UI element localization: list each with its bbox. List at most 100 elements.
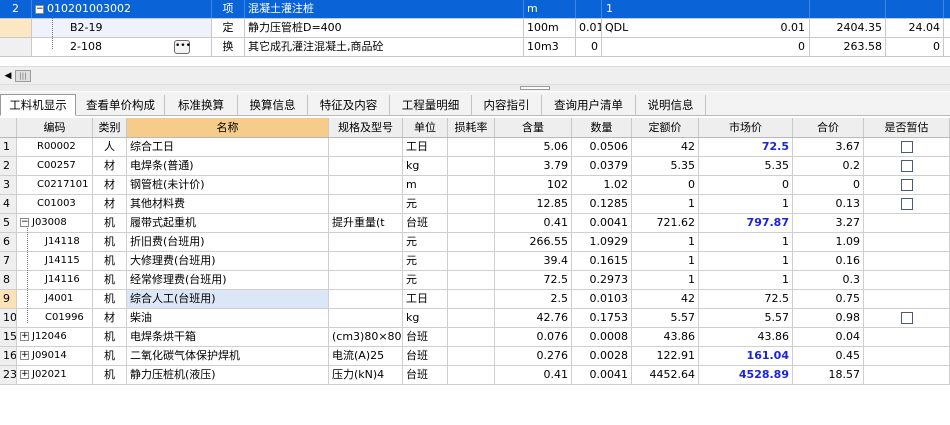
tab-query-user-list[interactable]: 查询用户清单	[542, 95, 636, 115]
spec-cell[interactable]	[329, 195, 403, 213]
estimate-cell[interactable]	[864, 176, 950, 194]
tab-conversion-info[interactable]: 换算信息	[238, 95, 308, 115]
tab-quantity-detail[interactable]: 工程量明细	[390, 95, 472, 115]
unit-cell[interactable]: 台班	[403, 214, 448, 232]
table-row[interactable]: 5− J03008 机履带式起重机 提升重量(t 台班 0.41 0.0041 721.62 7…	[0, 214, 950, 233]
header-amount[interactable]: 数量	[572, 118, 632, 137]
spec-cell[interactable]	[329, 252, 403, 270]
amount-cell[interactable]: 1.0929	[572, 233, 632, 251]
header-unit[interactable]: 单位	[403, 118, 448, 137]
market-price-cell[interactable]: 161.04	[699, 347, 793, 365]
header-content[interactable]: 含量	[495, 118, 572, 137]
spec-cell[interactable]	[329, 138, 403, 156]
table-row[interactable]: 2 C00257 材电焊条(普通) kg 3.79 0.0379 5.35 5.35 0.2	[0, 157, 950, 176]
name-cell[interactable]: 电焊条烘干箱	[127, 328, 329, 346]
estimate-checkbox[interactable]	[900, 312, 913, 324]
top-row[interactable]: 2 −010201003002 项 混凝土灌注桩 m 1	[0, 0, 950, 19]
name-cell[interactable]: 其它成孔灌注混凝土,商品砼	[245, 38, 524, 56]
unit-cell[interactable]: 台班	[403, 347, 448, 365]
amount-cell[interactable]: 0.0379	[572, 157, 632, 175]
category-cell[interactable]: 机	[93, 366, 127, 384]
estimate-checkbox[interactable]	[900, 141, 913, 153]
market-price-cell[interactable]: 1	[699, 271, 793, 289]
unit-cell[interactable]: 台班	[403, 328, 448, 346]
code-cell[interactable]: + J12046	[17, 328, 93, 346]
estimate-cell[interactable]	[864, 347, 950, 365]
horizontal-scrollbar[interactable]: ◀ |||	[0, 66, 950, 85]
amount-cell[interactable]: 0.0103	[572, 290, 632, 308]
qdl-cell[interactable]: 1	[602, 0, 810, 18]
category-cell[interactable]: 材	[93, 309, 127, 327]
total-cell[interactable]: 0.75	[793, 290, 864, 308]
loss-rate-cell[interactable]	[448, 138, 495, 156]
code-cell[interactable]: − J03008	[17, 214, 93, 232]
content-cell[interactable]: 0.276	[495, 347, 572, 365]
quota-price-cell[interactable]: 43.86	[632, 328, 699, 346]
header-spec[interactable]: 规格及型号	[329, 118, 403, 137]
content-cell[interactable]: 2.5	[495, 290, 572, 308]
estimate-cell[interactable]	[864, 271, 950, 289]
splitter-grip-icon[interactable]	[520, 86, 550, 90]
total-cell[interactable]: 0.45	[793, 347, 864, 365]
qdl-cell[interactable]: QDL 0.01	[602, 19, 810, 37]
total-cell[interactable]: 3.27	[793, 214, 864, 232]
qty-cell[interactable]	[576, 0, 602, 18]
header-estimate[interactable]: 是否暂估	[864, 118, 950, 137]
spec-cell[interactable]	[329, 157, 403, 175]
type-cell[interactable]: 换	[212, 38, 245, 56]
amount-cell[interactable]: 0.0041	[572, 214, 632, 232]
code-cell[interactable]: J14115	[17, 252, 93, 270]
code-cell[interactable]: + J02021	[17, 366, 93, 384]
market-price-cell[interactable]: 72.5	[699, 138, 793, 156]
table-row[interactable]: 1 R00002 人综合工日 工日 5.06 0.0506 42 72.5 3.67	[0, 138, 950, 157]
estimate-cell[interactable]	[864, 157, 950, 175]
category-cell[interactable]: 机	[93, 214, 127, 232]
table-row[interactable]: 8 J14116 机经常修理费(台班用) 元 72.5 0.2973 1 1 0.3	[0, 271, 950, 290]
tab-standard-conversion[interactable]: 标准换算	[165, 95, 238, 115]
spec-cell[interactable]	[329, 271, 403, 289]
amount-cell[interactable]: 0.0506	[572, 138, 632, 156]
name-cell[interactable]: 静力压管桩D=400	[245, 19, 524, 37]
quota-price-cell[interactable]: 1	[632, 271, 699, 289]
content-cell[interactable]: 72.5	[495, 271, 572, 289]
amount-cell[interactable]: 0.1615	[572, 252, 632, 270]
content-cell[interactable]: 42.76	[495, 309, 572, 327]
category-cell[interactable]: 材	[93, 176, 127, 194]
table-row[interactable]: 10 C01996 材柴油 kg 42.76 0.1753 5.57 5.57 0.98	[0, 309, 950, 328]
header-name[interactable]: 名称	[127, 118, 329, 137]
code-cell[interactable]: + J09014	[17, 347, 93, 365]
amount-cell[interactable]: 0.0008	[572, 328, 632, 346]
market-price-cell[interactable]: 0	[699, 176, 793, 194]
loss-rate-cell[interactable]	[448, 233, 495, 251]
quota-price-cell[interactable]: 5.35	[632, 157, 699, 175]
spec-cell[interactable]: 电流(A)25	[329, 347, 403, 365]
total-cell[interactable]: 18.57	[793, 366, 864, 384]
top-row[interactable]: B2-19 ••• 定 静力压管桩D=400 100m 0.01 QDL 0.0…	[0, 19, 950, 54]
name-cell[interactable]: 混凝土灌注桩	[245, 0, 524, 18]
total-cell[interactable]: 0.2	[793, 157, 864, 175]
market-price-cell[interactable]: 797.87	[699, 214, 793, 232]
quota-price-cell[interactable]: 1	[632, 195, 699, 213]
market-price-cell[interactable]: 5.57	[699, 309, 793, 327]
top-row[interactable]: 2-108 换 其它成孔灌注混凝土,商品砼 10m3 0 0 263.58 0	[0, 38, 950, 57]
quota-price-cell[interactable]: 122.91	[632, 347, 699, 365]
name-cell[interactable]: 二氧化碳气体保护焊机	[127, 347, 329, 365]
amount-cell[interactable]: 0.1285	[572, 195, 632, 213]
category-cell[interactable]: 机	[93, 252, 127, 270]
quota-price-cell[interactable]: 4452.64	[632, 366, 699, 384]
qty-cell[interactable]: 0	[576, 38, 602, 56]
unit-cell[interactable]: 元	[403, 233, 448, 251]
content-cell[interactable]: 266.55	[495, 233, 572, 251]
loss-rate-cell[interactable]	[448, 271, 495, 289]
category-cell[interactable]: 材	[93, 157, 127, 175]
tab-content-guide[interactable]: 内容指引	[472, 95, 542, 115]
total-cell[interactable]: 1.09	[793, 233, 864, 251]
tab-features[interactable]: 特征及内容	[308, 95, 390, 115]
unit-cell[interactable]: m	[403, 176, 448, 194]
spec-cell[interactable]	[329, 233, 403, 251]
name-cell[interactable]: 电焊条(普通)	[127, 157, 329, 175]
content-cell[interactable]: 39.4	[495, 252, 572, 270]
code-cell[interactable]: C00257	[17, 157, 93, 175]
code-cell[interactable]: C01003	[17, 195, 93, 213]
pane-splitter[interactable]	[0, 85, 950, 91]
